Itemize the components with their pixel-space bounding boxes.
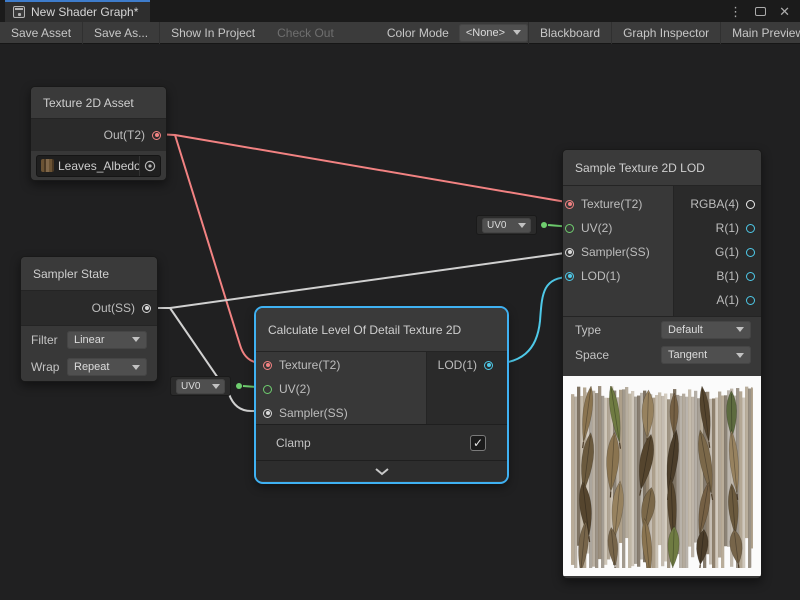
wrap-label: Wrap [31, 360, 59, 374]
port-out-ss[interactable] [142, 304, 151, 313]
uv-channel-value: UV0 [487, 220, 506, 231]
uv-channel-widget: UV0 [476, 215, 537, 235]
port-label-uv: UV(2) [279, 382, 310, 396]
shader-graph-icon [13, 6, 25, 18]
port-label-texture: Texture(T2) [581, 197, 642, 211]
port-label-texture: Texture(T2) [279, 358, 340, 372]
save-asset-button[interactable]: Save Asset [0, 22, 82, 44]
maximize-icon[interactable] [755, 7, 766, 16]
caret-down-icon [212, 384, 220, 389]
graph-inspector-toggle-button[interactable]: Graph Inspector [612, 22, 720, 44]
uv-channel-widget: UV0 [170, 376, 231, 396]
node-title[interactable]: Calculate Level Of Detail Texture 2D [256, 308, 507, 352]
edge-textureasset-to-samplelod [156, 134, 572, 203]
uv0-connector-dot [541, 222, 547, 228]
color-mode-dropdown[interactable]: <None> [459, 24, 528, 42]
texture-object-field[interactable]: Leaves_Albedo [36, 155, 161, 177]
collapse-node-button[interactable] [256, 460, 507, 481]
port-label-a: A(1) [716, 293, 739, 307]
tab-bar: New Shader Graph* ⋮ ✕ [0, 0, 800, 22]
space-value: Tangent [668, 349, 707, 361]
texture-field-value: Leaves_Albedo [58, 159, 139, 173]
port-out-b[interactable] [746, 272, 755, 281]
clamp-row: Clamp ✓ [256, 424, 507, 460]
show-in-project-button[interactable]: Show In Project [160, 22, 266, 44]
port-label-sampler: Sampler(SS) [581, 245, 650, 259]
port-label-out-t2: Out(T2) [104, 128, 145, 142]
type-label: Type [575, 323, 601, 337]
caret-down-icon [518, 223, 526, 228]
node-title[interactable]: Sampler State [21, 257, 157, 291]
port-in-uv[interactable] [565, 224, 574, 233]
caret-down-icon [132, 337, 140, 342]
port-out-t2[interactable] [152, 131, 161, 140]
node-title[interactable]: Texture 2D Asset [31, 87, 166, 119]
port-in-texture[interactable] [565, 200, 574, 209]
window-controls: ⋮ ✕ [729, 0, 800, 22]
texture-thumbnail-icon [41, 159, 54, 172]
node-calculate-lod-texture2d[interactable]: Calculate Level Of Detail Texture 2D Tex… [255, 307, 508, 483]
filter-dropdown[interactable]: Linear [67, 331, 147, 349]
uv-channel-dropdown[interactable]: UV0 [176, 379, 225, 394]
node-title[interactable]: Sample Texture 2D LOD [563, 150, 761, 186]
object-picker-icon[interactable] [139, 156, 160, 176]
uv0-connector-dot [236, 383, 242, 389]
uv-channel-dropdown[interactable]: UV0 [482, 218, 531, 233]
port-label-r: R(1) [716, 221, 739, 235]
node-texture-2d-asset[interactable]: Texture 2D Asset Out(T2) Leaves_Albedo [30, 86, 167, 181]
port-out-lod[interactable] [484, 361, 493, 370]
port-label-b: B(1) [716, 269, 739, 283]
node-sample-texture-2d-lod[interactable]: Sample Texture 2D LOD Texture(T2) UV(2) … [562, 149, 762, 579]
caret-down-icon [132, 365, 140, 370]
tab-new-shader-graph[interactable]: New Shader Graph* [5, 0, 150, 22]
caret-down-icon [513, 30, 521, 35]
port-label-out-ss: Out(SS) [92, 301, 135, 315]
port-in-sampler[interactable] [263, 409, 272, 418]
node-sampler-state[interactable]: Sampler State Out(SS) Filter Linear Wrap… [20, 256, 158, 382]
type-value: Default [668, 324, 703, 336]
toolbar-right-group: Blackboard Graph Inspector Main Preview [528, 22, 800, 44]
check-out-button: Check Out [266, 22, 345, 44]
wrap-dropdown[interactable]: Repeat [67, 358, 147, 376]
filter-value: Linear [74, 334, 105, 346]
uv-channel-value: UV0 [181, 381, 200, 392]
shader-graph-window: New Shader Graph* ⋮ ✕ Save Asset Save As… [0, 0, 800, 600]
port-label-lod-out: LOD(1) [438, 358, 477, 372]
port-label-rgba: RGBA(4) [690, 197, 739, 211]
space-label: Space [575, 348, 609, 362]
color-mode-value: <None> [466, 27, 505, 39]
blackboard-toggle-button[interactable]: Blackboard [529, 22, 611, 44]
type-dropdown[interactable]: Default [661, 321, 751, 339]
space-dropdown[interactable]: Tangent [661, 346, 751, 364]
kebab-menu-icon[interactable]: ⋮ [729, 5, 742, 18]
port-out-rgba[interactable] [746, 200, 755, 209]
toolbar: Save Asset Save As... Show In Project Ch… [0, 22, 800, 44]
port-in-uv[interactable] [263, 385, 272, 394]
main-preview-toggle-button[interactable]: Main Preview [721, 22, 800, 44]
node-preview-leaves-texture [563, 376, 761, 576]
clamp-checkbox[interactable]: ✓ [470, 435, 486, 451]
port-out-a[interactable] [746, 296, 755, 305]
filter-label: Filter [31, 333, 58, 347]
port-label-lod: LOD(1) [581, 269, 620, 283]
port-label-uv: UV(2) [581, 221, 612, 235]
edge-samplerstate-to-samplelod [146, 252, 572, 308]
port-label-sampler: Sampler(SS) [279, 406, 348, 420]
close-icon[interactable]: ✕ [779, 5, 790, 18]
port-label-g: G(1) [715, 245, 739, 259]
port-out-g[interactable] [746, 248, 755, 257]
graph-canvas[interactable]: Texture 2D Asset Out(T2) Leaves_Albedo S… [0, 45, 800, 600]
clamp-label: Clamp [276, 436, 311, 450]
port-out-r[interactable] [746, 224, 755, 233]
port-in-texture[interactable] [263, 361, 272, 370]
port-in-sampler[interactable] [565, 248, 574, 257]
color-mode-label: Color Mode [381, 26, 455, 40]
port-in-lod[interactable] [565, 272, 574, 281]
wrap-value: Repeat [74, 361, 109, 373]
chevron-down-icon [374, 467, 390, 476]
caret-down-icon [736, 327, 744, 332]
save-as-button[interactable]: Save As... [83, 22, 159, 44]
caret-down-icon [736, 353, 744, 358]
tab-title: New Shader Graph* [31, 5, 138, 19]
